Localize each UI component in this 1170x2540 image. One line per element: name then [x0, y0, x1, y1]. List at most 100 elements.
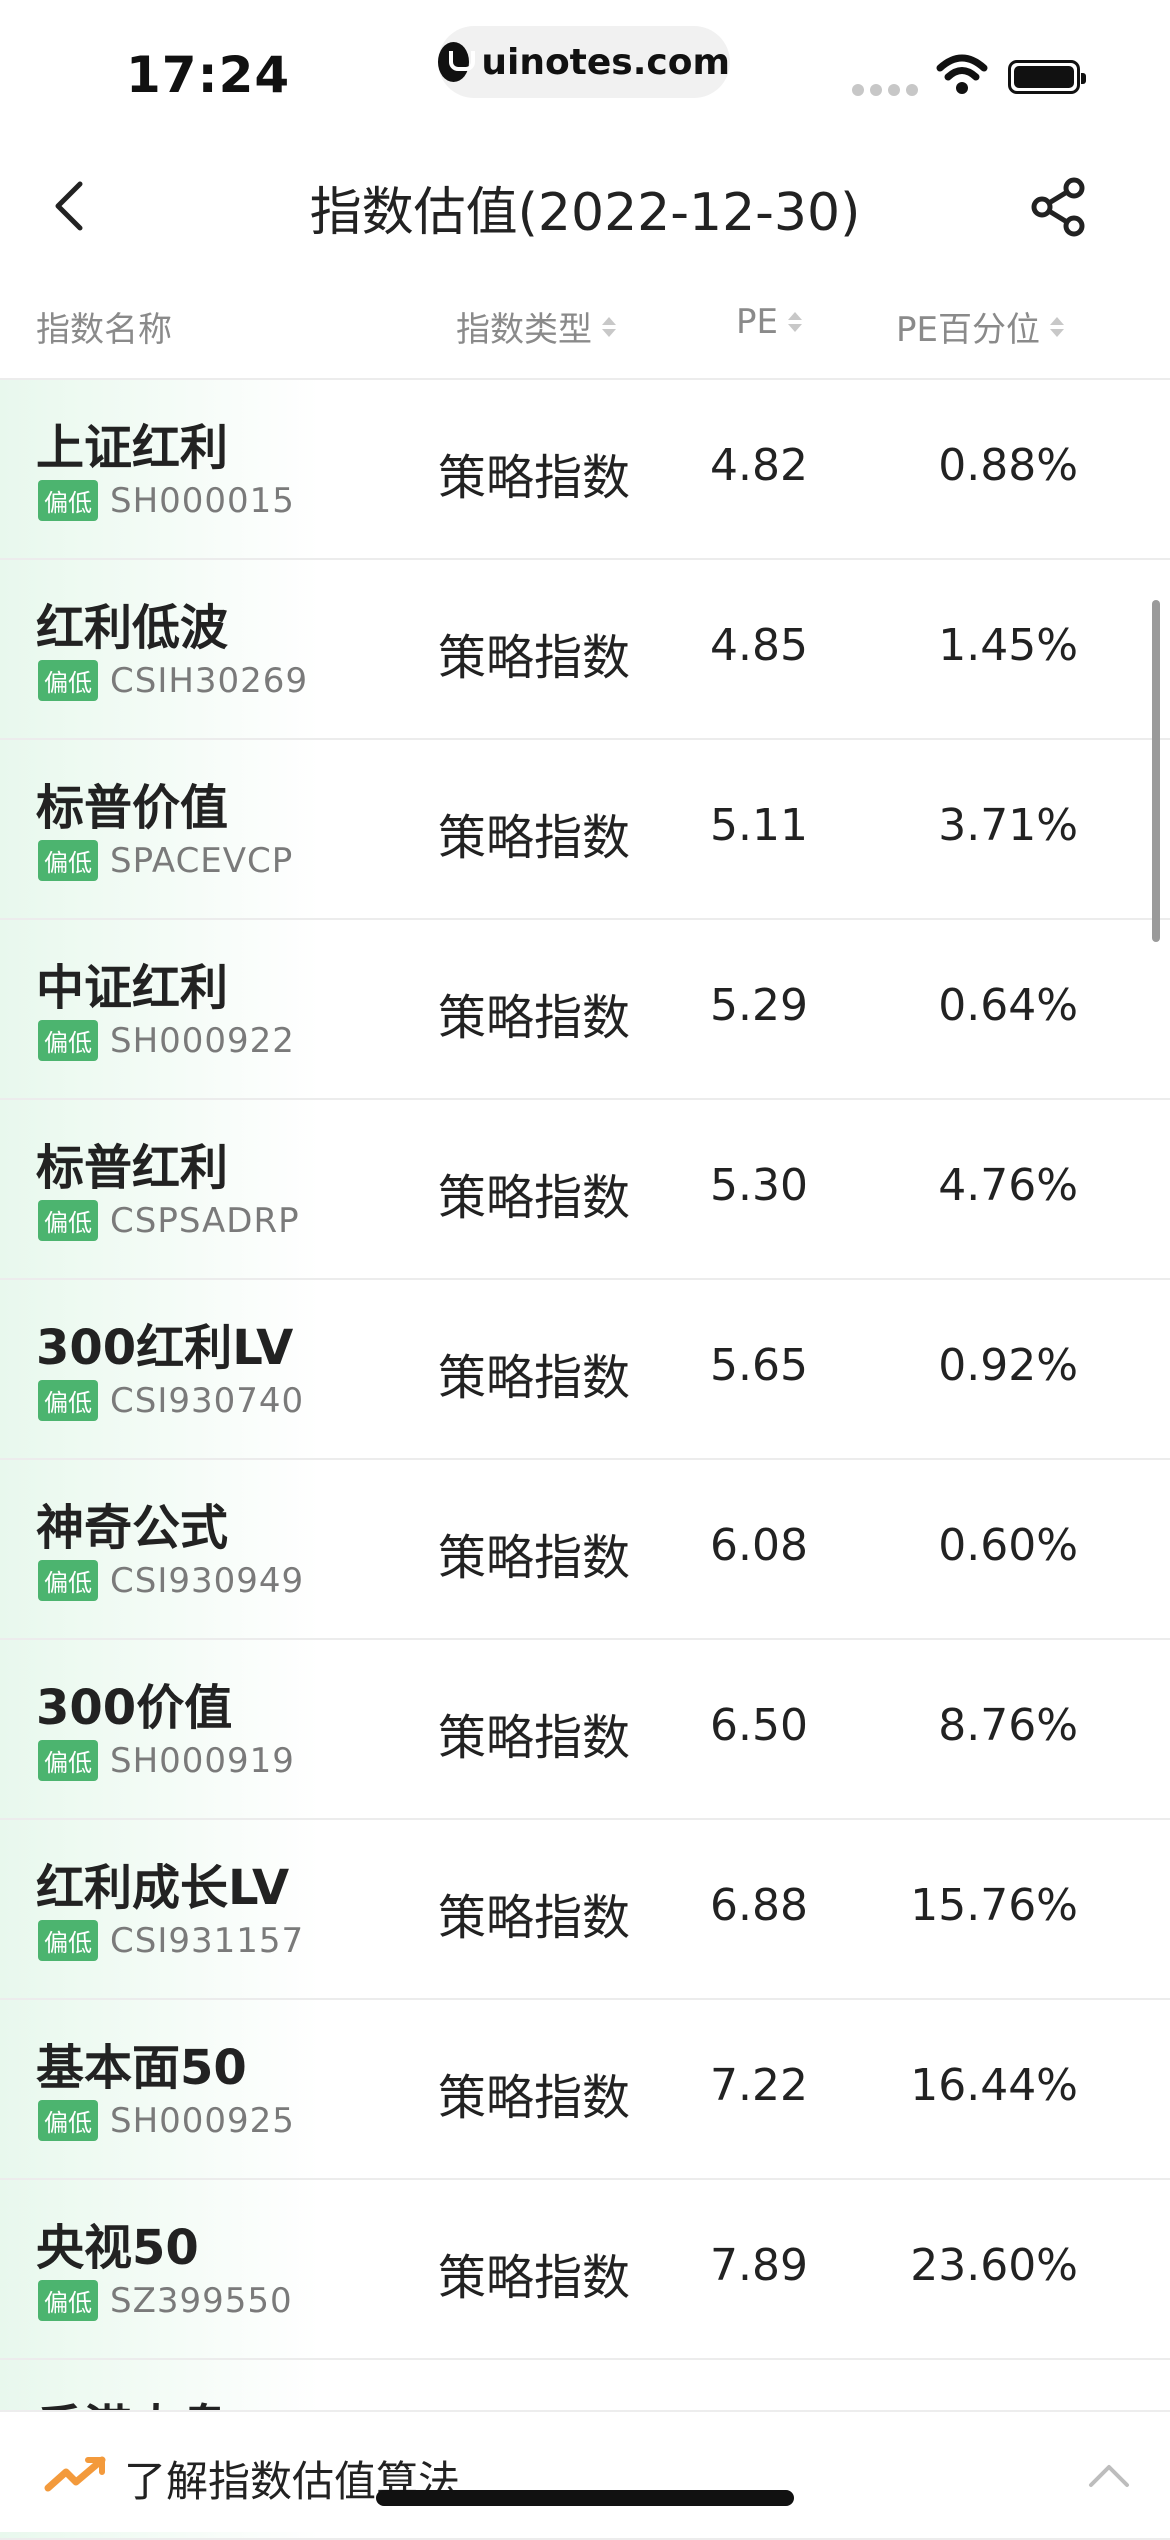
header-type-label: 指数类型: [456, 310, 592, 350]
index-name: 上证红利: [36, 420, 229, 476]
sort-icon: [788, 312, 802, 332]
nav-bar: 指数估值(2022-12-30): [0, 140, 1170, 270]
index-name: 神奇公式: [36, 1500, 229, 1556]
table-row[interactable]: 300红利LV 偏低 CSI930740 策略指数 5.65 0.92%: [0, 1280, 1170, 1460]
pe-value: 5.30: [710, 1160, 808, 1211]
table-row[interactable]: 标普价值 偏低 SPACEVCP 策略指数 5.11 3.71%: [0, 740, 1170, 920]
index-type: 策略指数: [438, 450, 631, 506]
valuation-badge: 偏低: [38, 2280, 98, 2321]
table-row[interactable]: 300价值 偏低 SH000919 策略指数 6.50 8.76%: [0, 1640, 1170, 1820]
wifi-icon: [936, 54, 988, 94]
site-logo-icon: [438, 42, 476, 82]
index-code-line: 偏低 CSI930740: [38, 1380, 304, 1421]
pe-percentile: 23.60%: [910, 2240, 1078, 2291]
table-row[interactable]: 中证红利 偏低 SH000922 策略指数 5.29 0.64%: [0, 920, 1170, 1100]
status-time: 17:24: [126, 46, 291, 104]
index-name: 红利低波: [36, 600, 229, 656]
index-code: CSI930740: [110, 1380, 305, 1421]
table-row[interactable]: 央视50 偏低 SZ399550 策略指数 7.89 23.60%: [0, 2180, 1170, 2360]
table-row[interactable]: 红利成长LV 偏低 CSI931157 策略指数 6.88 15.76%: [0, 1820, 1170, 2000]
pe-value: 4.85: [710, 620, 808, 671]
table-row[interactable]: 上证红利 偏低 SH000015 策略指数 4.82 0.88%: [0, 380, 1170, 560]
url-pill[interactable]: uinotes.com: [438, 26, 730, 98]
table-row[interactable]: 红利低波 偏低 CSIH30269 策略指数 4.85 1.45%: [0, 560, 1170, 740]
header-type[interactable]: 指数类型: [456, 302, 616, 351]
chevron-up-icon[interactable]: [1088, 2462, 1130, 2488]
table-header: 指数名称 指数类型 PE PE百分位: [0, 272, 1170, 380]
index-type: 策略指数: [438, 2250, 631, 2306]
index-type: 策略指数: [438, 1710, 631, 1766]
index-type: 策略指数: [438, 1350, 631, 1406]
page-title: 指数估值(2022-12-30): [309, 183, 861, 243]
index-name: 红利成长LV: [36, 1860, 290, 1916]
index-name: 300价值: [36, 1680, 233, 1736]
index-name: 标普价值: [36, 780, 229, 836]
pe-value: 6.50: [710, 1700, 808, 1751]
sort-icon: [1050, 316, 1064, 337]
valuation-badge: 偏低: [38, 1920, 98, 1961]
pe-percentile: 4.76%: [938, 1160, 1078, 1211]
index-code: CSI931157: [110, 1920, 305, 1961]
index-code-line: 偏低 SH000919: [38, 1740, 295, 1781]
valuation-badge: 偏低: [38, 1560, 98, 1601]
index-type: 策略指数: [438, 2070, 631, 2126]
pe-percentile: 16.44%: [910, 2060, 1078, 2111]
index-name: 央视50: [36, 2220, 199, 2276]
sort-icon: [602, 316, 616, 337]
url-text: uinotes.com: [481, 41, 730, 83]
pe-value: 7.22: [710, 2060, 808, 2111]
pe-percentile: 0.64%: [938, 980, 1078, 1031]
index-code-line: 偏低 CSI931157: [38, 1920, 304, 1961]
valuation-badge: 偏低: [38, 480, 98, 521]
header-pct-label: PE百分位: [896, 310, 1040, 350]
index-code: SH000919: [110, 1740, 295, 1781]
valuation-badge: 偏低: [38, 660, 98, 701]
valuation-badge: 偏低: [38, 1200, 98, 1241]
pe-value: 6.08: [710, 1520, 808, 1571]
index-type: 策略指数: [438, 1170, 631, 1226]
index-name: 300红利LV: [36, 1320, 294, 1376]
pe-percentile: 0.60%: [938, 1520, 1078, 1571]
table-row[interactable]: 神奇公式 偏低 CSI930949 策略指数 6.08 0.60%: [0, 1460, 1170, 1640]
header-pct[interactable]: PE百分位: [896, 302, 1064, 351]
scrollbar[interactable]: [1152, 600, 1160, 942]
index-code: SH000925: [110, 2100, 295, 2141]
index-type: 策略指数: [438, 630, 631, 686]
signal-icon: [852, 84, 918, 96]
pe-value: 6.88: [710, 1880, 808, 1931]
status-bar: 17:24 uinotes.com: [0, 0, 1170, 140]
pe-percentile: 1.45%: [938, 620, 1078, 671]
valuation-badge: 偏低: [38, 1020, 98, 1061]
index-code: CSPSADRP: [110, 1200, 300, 1241]
index-code-line: 偏低 SH000015: [38, 480, 295, 521]
index-name: 基本面50: [36, 2040, 247, 2096]
pe-value: 5.29: [710, 980, 808, 1031]
index-code-line: 偏低 SZ399550: [38, 2280, 293, 2321]
header-pe-label: PE: [736, 302, 778, 342]
pe-value: 5.65: [710, 1340, 808, 1391]
table-row[interactable]: 基本面50 偏低 SH000925 策略指数 7.22 16.44%: [0, 2000, 1170, 2180]
index-code: CSI930949: [110, 1560, 305, 1601]
header-name: 指数名称: [36, 302, 172, 351]
battery-icon: [1008, 60, 1086, 94]
index-type: 策略指数: [438, 1530, 631, 1586]
index-code-line: 偏低 CSI930949: [38, 1560, 304, 1601]
index-name: 标普红利: [36, 1140, 229, 1196]
pe-value: 5.11: [710, 800, 808, 851]
index-code: SPACEVCP: [110, 840, 294, 881]
index-code: SH000922: [110, 1020, 295, 1061]
trend-icon: [44, 2456, 106, 2492]
index-code-line: 偏低 CSIH30269: [38, 660, 308, 701]
table-row[interactable]: 标普红利 偏低 CSPSADRP 策略指数 5.30 4.76%: [0, 1100, 1170, 1280]
share-icon[interactable]: [1028, 176, 1090, 238]
index-code: CSIH30269: [110, 660, 309, 701]
index-code-line: 偏低 SH000922: [38, 1020, 295, 1061]
pe-percentile: 0.92%: [938, 1340, 1078, 1391]
valuation-badge: 偏低: [38, 1380, 98, 1421]
pe-percentile: 15.76%: [910, 1880, 1078, 1931]
index-code-line: 偏低 CSPSADRP: [38, 1200, 300, 1241]
index-type: 策略指数: [438, 810, 631, 866]
index-table: 上证红利 偏低 SH000015 策略指数 4.82 0.88% 红利低波 偏低 CSIH302…: [0, 380, 1170, 2540]
header-pe[interactable]: PE: [736, 302, 802, 342]
bottom-bar[interactable]: 了解指数估值算法: [0, 2410, 1170, 2532]
